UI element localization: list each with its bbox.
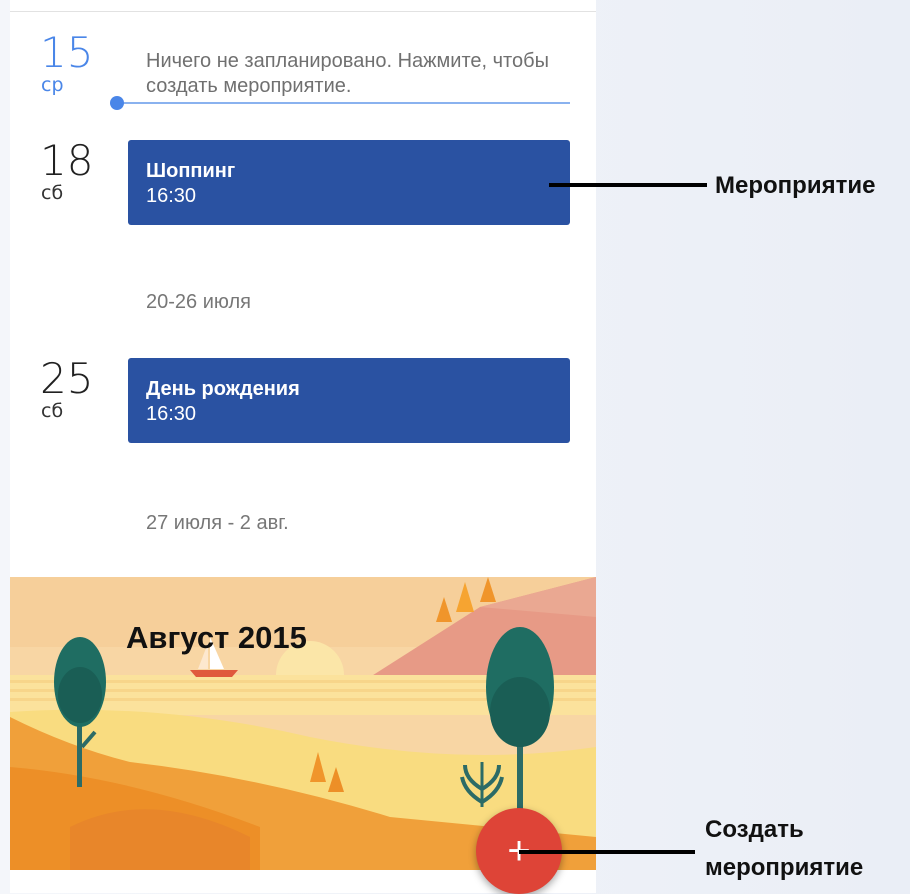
current-time-line — [118, 102, 570, 104]
day-number: 15 — [40, 28, 94, 77]
current-time-dot — [110, 96, 124, 110]
month-title: Август 2015 — [126, 620, 307, 655]
event-title: Шоппинг — [146, 160, 236, 182]
day-weekday: ср — [41, 74, 64, 96]
event-callout-label: Мероприятие — [715, 172, 876, 199]
event-card-shopping[interactable]: Шоппинг 16:30 — [128, 140, 570, 225]
create-callout-label-line1: Создать — [705, 816, 804, 843]
event-time: 16:30 — [146, 403, 197, 425]
create-callout-label-line2: мероприятие — [705, 854, 864, 881]
week-range-label: 20-26 июля — [146, 291, 251, 313]
day-number: 18 — [40, 136, 94, 185]
create-callout-line — [519, 850, 695, 854]
day-number: 25 — [40, 354, 94, 403]
week-range-label: 27 июля - 2 авг. — [146, 512, 289, 534]
day-weekday: сб — [41, 182, 64, 204]
event-callout-line — [549, 183, 707, 187]
empty-day-prompt[interactable]: Ничего не запланировано. Нажмите, чтобы … — [146, 49, 566, 99]
top-divider — [10, 11, 596, 12]
calendar-app: 15 ср Ничего не запланировано. Нажмите, … — [10, 0, 596, 893]
event-card-birthday[interactable]: День рождения 16:30 — [128, 358, 570, 443]
event-time: 16:30 — [146, 185, 197, 207]
event-title: День рождения — [146, 378, 300, 400]
day-weekday: сб — [41, 400, 64, 422]
